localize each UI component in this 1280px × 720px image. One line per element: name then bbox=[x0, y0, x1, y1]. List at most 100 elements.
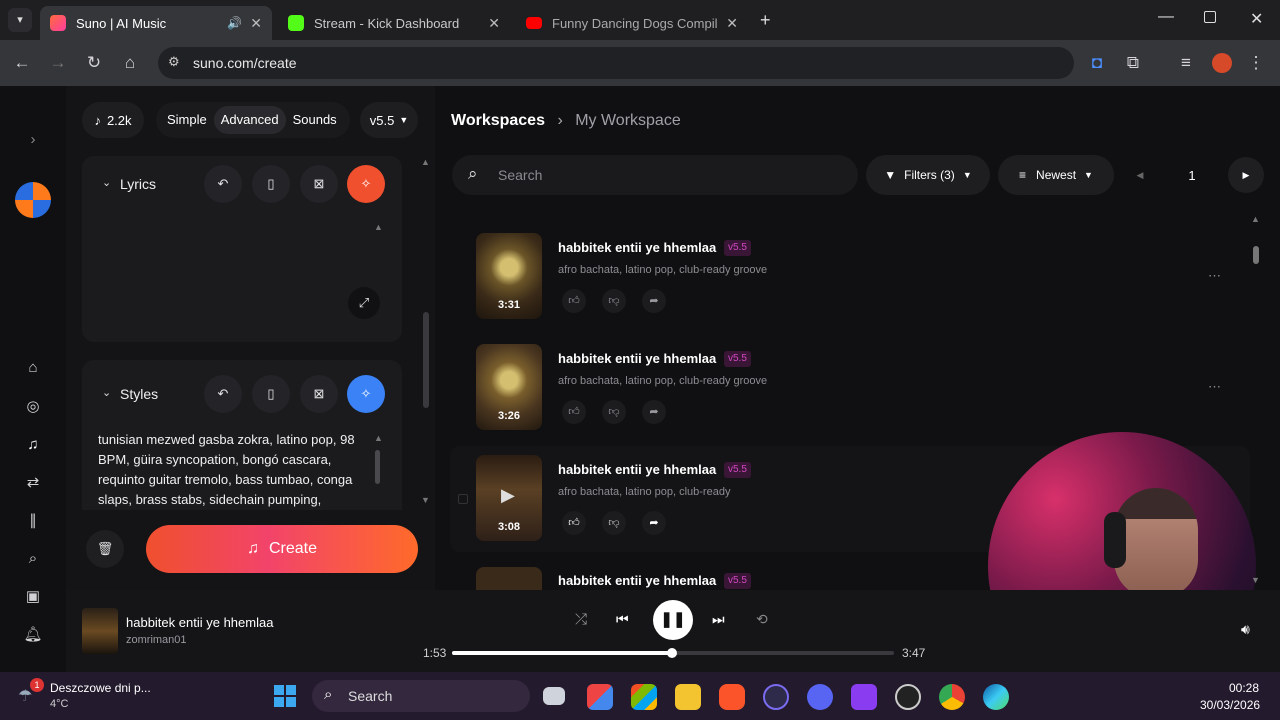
more-options-icon[interactable]: ⋯ bbox=[1208, 379, 1221, 395]
obs-like-icon[interactable] bbox=[763, 684, 789, 710]
restore-icon[interactable] bbox=[1204, 11, 1216, 23]
progress-track[interactable] bbox=[452, 648, 894, 658]
home-icon[interactable]: ⌂ bbox=[21, 356, 45, 380]
song-thumbnail[interactable]: 3:31 bbox=[476, 233, 542, 319]
list-scroll-up-icon[interactable]: ▲ bbox=[1251, 214, 1260, 224]
expand-rail-icon[interactable]: › bbox=[21, 128, 45, 152]
song-title[interactable]: habbitek entii ye hhemlaa bbox=[558, 240, 716, 255]
song-thumbnail[interactable]: ▶ 3:08 bbox=[476, 455, 542, 541]
more-options-icon[interactable]: ⋯ bbox=[1208, 268, 1221, 284]
file-explorer-icon[interactable] bbox=[675, 684, 701, 710]
close-window-icon[interactable]: ✕ bbox=[1250, 9, 1263, 29]
magic-wand-button[interactable]: ✧ bbox=[347, 375, 385, 413]
repeat-icon[interactable]: ⟲ bbox=[756, 611, 768, 628]
chevron-down-icon[interactable]: ⌄ bbox=[102, 176, 111, 189]
breadcrumb-root[interactable]: Workspaces bbox=[451, 112, 545, 129]
like-icon[interactable]: 👍︎ bbox=[562, 289, 586, 313]
previous-icon[interactable]: ⏮︎ bbox=[616, 611, 629, 628]
library-icon[interactable]: ∥ bbox=[21, 509, 45, 533]
panel-scrollbar-thumb[interactable] bbox=[423, 312, 429, 408]
home-icon[interactable]: ⌂ bbox=[120, 53, 140, 73]
version-select[interactable]: v5.5 ▼ bbox=[360, 102, 418, 138]
trash-button[interactable]: 🗑︎ bbox=[86, 530, 124, 568]
new-tab-icon[interactable]: + bbox=[760, 10, 771, 31]
extension-shield-icon[interactable]: ◘ bbox=[1087, 53, 1107, 73]
song-title[interactable]: habbitek entii ye hhemlaa bbox=[558, 573, 716, 588]
menu-icon[interactable]: ⋮ bbox=[1246, 53, 1266, 73]
taskbar-search[interactable]: ⌕ Search bbox=[312, 680, 530, 712]
bandlab-icon[interactable] bbox=[851, 684, 877, 710]
panel-scroll-down-icon[interactable]: ▼ bbox=[421, 495, 430, 505]
song-thumbnail[interactable]: 3:26 bbox=[476, 344, 542, 430]
dislike-icon[interactable]: 👎︎ bbox=[602, 400, 626, 424]
player-artist[interactable]: zomriman01 bbox=[126, 634, 187, 646]
chrome-icon[interactable] bbox=[939, 684, 965, 710]
lyrics-scroll-up-icon[interactable]: ▲ bbox=[374, 222, 383, 232]
site-info-icon[interactable]: ⚙ bbox=[168, 54, 180, 70]
mode-simple[interactable]: Simple bbox=[160, 106, 214, 134]
store-icon[interactable] bbox=[631, 684, 657, 710]
mode-sounds[interactable]: Sounds bbox=[286, 106, 344, 134]
clock-date[interactable]: 30/03/2026 bbox=[1200, 698, 1260, 712]
sort-button[interactable]: ≡ Newest ▼ bbox=[998, 155, 1114, 195]
create-button[interactable]: ♫ Create bbox=[146, 525, 418, 573]
dislike-icon[interactable]: 👎︎ bbox=[602, 511, 626, 535]
start-button[interactable] bbox=[274, 685, 296, 707]
shuffle-icon[interactable]: ⤮ bbox=[575, 611, 587, 628]
reload-icon[interactable]: ↻ bbox=[84, 53, 104, 73]
widgets-icon[interactable] bbox=[587, 684, 613, 710]
volume-icon[interactable]: 🔊︎ bbox=[1241, 621, 1250, 638]
bookmark-button[interactable]: ▯ bbox=[252, 375, 290, 413]
clock-time[interactable]: 00:28 bbox=[1229, 681, 1259, 695]
tab-close-icon[interactable]: ✕ bbox=[250, 15, 262, 32]
song-title[interactable]: habbitek entii ye hhemlaa bbox=[558, 351, 716, 366]
styles-scroll-up-icon[interactable]: ▲ bbox=[374, 433, 383, 443]
song-title[interactable]: habbitek entii ye hhemlaa bbox=[558, 462, 716, 477]
share-icon[interactable]: ➦ bbox=[642, 400, 666, 424]
weather-widget[interactable]: ☂ 1 Deszczowe dni p... 4°C bbox=[16, 678, 166, 716]
profile-avatar[interactable] bbox=[1212, 53, 1232, 73]
tab-youtube[interactable]: Funny Dancing Dogs Compilati ✕ bbox=[516, 6, 748, 40]
next-icon[interactable]: ⏭︎ bbox=[712, 611, 725, 628]
list-scrollbar-thumb[interactable] bbox=[1253, 246, 1259, 264]
edge-icon[interactable] bbox=[983, 684, 1009, 710]
brave-icon[interactable] bbox=[719, 684, 745, 710]
dislike-icon[interactable]: 👎︎ bbox=[602, 289, 626, 313]
explore-icon[interactable]: ◎ bbox=[21, 395, 45, 419]
discord-icon[interactable] bbox=[807, 684, 833, 710]
song-thumbnail[interactable] bbox=[476, 567, 542, 590]
tab-kick[interactable]: Stream - Kick Dashboard ✕ bbox=[278, 6, 510, 40]
tab-close-icon[interactable]: ✕ bbox=[488, 15, 500, 32]
play-overlay-icon[interactable]: ▶ bbox=[501, 485, 515, 506]
next-page-button[interactable]: ▶ bbox=[1228, 157, 1264, 193]
undo-button[interactable]: ↶ bbox=[204, 375, 242, 413]
pause-button[interactable]: ❚❚ bbox=[653, 600, 693, 640]
extensions-icon[interactable]: ⧉ bbox=[1123, 53, 1143, 73]
row-checkbox[interactable] bbox=[458, 494, 468, 504]
search-input[interactable]: ⌕ Search bbox=[452, 155, 858, 195]
share-icon[interactable]: ➦ bbox=[642, 511, 666, 535]
expand-icon[interactable]: ⤢ bbox=[348, 287, 380, 319]
mode-advanced[interactable]: Advanced bbox=[213, 106, 286, 134]
media-control-icon[interactable]: ≡ bbox=[1176, 53, 1196, 73]
prev-page-button[interactable]: ◀ bbox=[1128, 163, 1152, 187]
clear-button[interactable]: ⊠ bbox=[300, 165, 338, 203]
bookmark-button[interactable]: ▯ bbox=[252, 165, 290, 203]
magic-wand-button[interactable]: ✧ bbox=[347, 165, 385, 203]
filters-button[interactable]: ▼ Filters (3) ▼ bbox=[866, 155, 990, 195]
panel-scroll-up-icon[interactable]: ▲ bbox=[421, 157, 430, 167]
studio-icon[interactable]: ⇄ bbox=[21, 471, 45, 495]
obs-icon[interactable] bbox=[895, 684, 921, 710]
clear-button[interactable]: ⊠ bbox=[300, 375, 338, 413]
suno-logo[interactable] bbox=[15, 182, 51, 218]
minimize-icon[interactable]: — bbox=[1158, 8, 1174, 26]
player-title[interactable]: habbitek entii ye hhemlaa bbox=[126, 615, 273, 630]
forward-icon[interactable]: → bbox=[48, 53, 68, 73]
player-cover[interactable] bbox=[82, 608, 118, 654]
search-icon[interactable]: ⌕ bbox=[21, 547, 45, 571]
back-icon[interactable]: ← bbox=[12, 53, 32, 73]
like-icon[interactable]: 👍︎ bbox=[562, 400, 586, 424]
notification-bell-icon[interactable]: 🔔︎ bbox=[21, 623, 45, 647]
tab-suno[interactable]: Suno | AI Music 🔊 ✕ bbox=[40, 6, 272, 40]
task-view-icon[interactable] bbox=[543, 687, 565, 705]
